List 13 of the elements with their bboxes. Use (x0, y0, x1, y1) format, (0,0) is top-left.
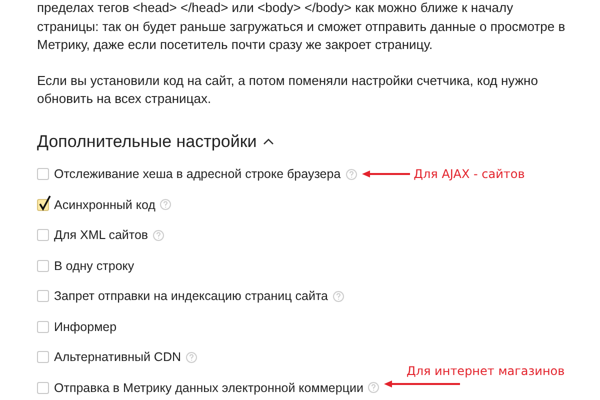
paragraph: пределах тегов <head> </head> или <body> </body> как можно ближе к началу страницы: так он будет раньше загружаться и сможет отправить данные о просмотре в Метрику, даже если посетитель почти сразу же закроет страницу. (37, 0, 566, 54)
option-label[interactable]: В одну строку (54, 258, 134, 273)
option-label[interactable]: Запрет отправки на индексацию страниц сайта (54, 289, 328, 304)
paragraph: Если вы установили код на сайт, а потом поменяли настройки счетчика, код нужно обновить на всех страницах. (37, 72, 539, 108)
option-label[interactable]: Отслеживание хеша в адресной строке браузера (54, 167, 341, 182)
annotation-text: Для интернет магазинов (406, 364, 565, 378)
option-label[interactable]: Асинхронный код (54, 198, 156, 212)
option-label[interactable]: Отправка в Метрику данных электронной коммерции (54, 380, 364, 395)
annotation-text: Для AJAX - сайтов (414, 167, 525, 182)
option-label[interactable]: Для XML сайтов (54, 228, 148, 242)
section-heading[interactable]: Дополнительные настройки (37, 132, 257, 152)
option-label[interactable]: Информер (54, 320, 117, 334)
option-label[interactable]: Альтернативный CDN (54, 350, 182, 364)
